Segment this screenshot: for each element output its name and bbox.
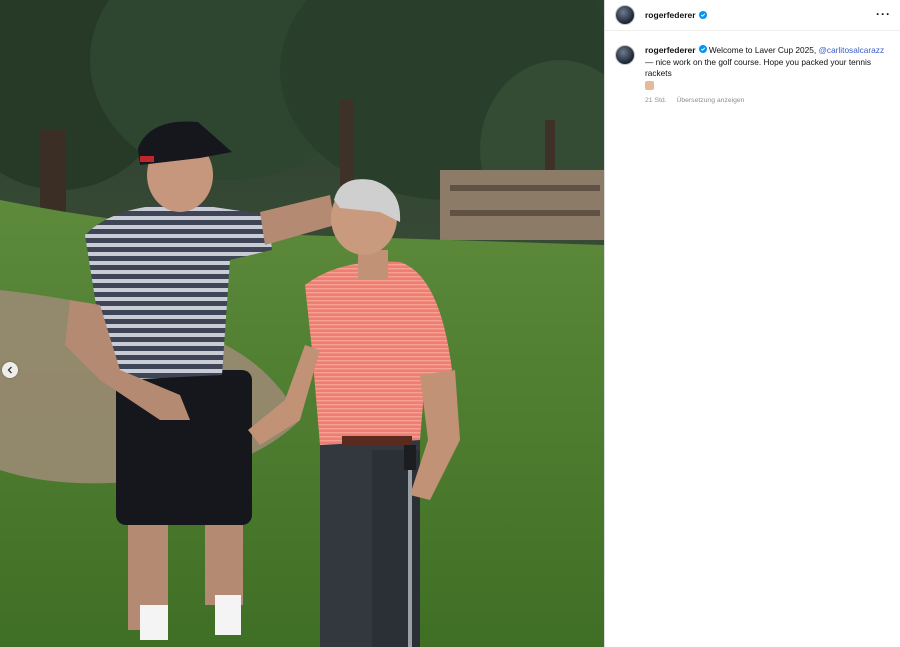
header-username[interactable]: rogerfederer [645, 10, 696, 20]
verified-badge-icon [698, 11, 707, 19]
caption-text-part2: — nice work on the golf course. Hope you… [645, 56, 871, 79]
caption-meta: 21 Std. Übersetzung anzeigen [645, 95, 891, 107]
post-timestamp[interactable]: 21 Std. [645, 97, 667, 104]
more-options-button[interactable]: ··· [876, 8, 891, 20]
show-translation-button[interactable]: Übersetzung anzeigen [676, 97, 744, 104]
caption-body: rogerfederer Welcome to Laver Cup 2025, … [645, 45, 891, 107]
post-side-panel: rogerfederer ··· rogerfederer Welcome to… [604, 0, 900, 647]
previous-image-button[interactable] [2, 362, 18, 378]
caption-text-part1: Welcome to Laver Cup 2025, [708, 45, 819, 55]
caption-username[interactable]: rogerfederer [645, 45, 696, 55]
post-header: rogerfederer ··· [605, 0, 900, 31]
folded-hands-emoji-icon [645, 80, 654, 90]
post-photo[interactable] [0, 0, 604, 647]
photo-image [0, 0, 604, 647]
avatar[interactable] [615, 5, 635, 25]
mention-link[interactable]: @carlitosalcarazz [819, 45, 885, 55]
caption-avatar[interactable] [615, 45, 635, 65]
verified-badge-icon [698, 45, 707, 53]
caption-comment: rogerfederer Welcome to Laver Cup 2025, … [605, 31, 900, 107]
chevron-left-icon [7, 366, 12, 374]
